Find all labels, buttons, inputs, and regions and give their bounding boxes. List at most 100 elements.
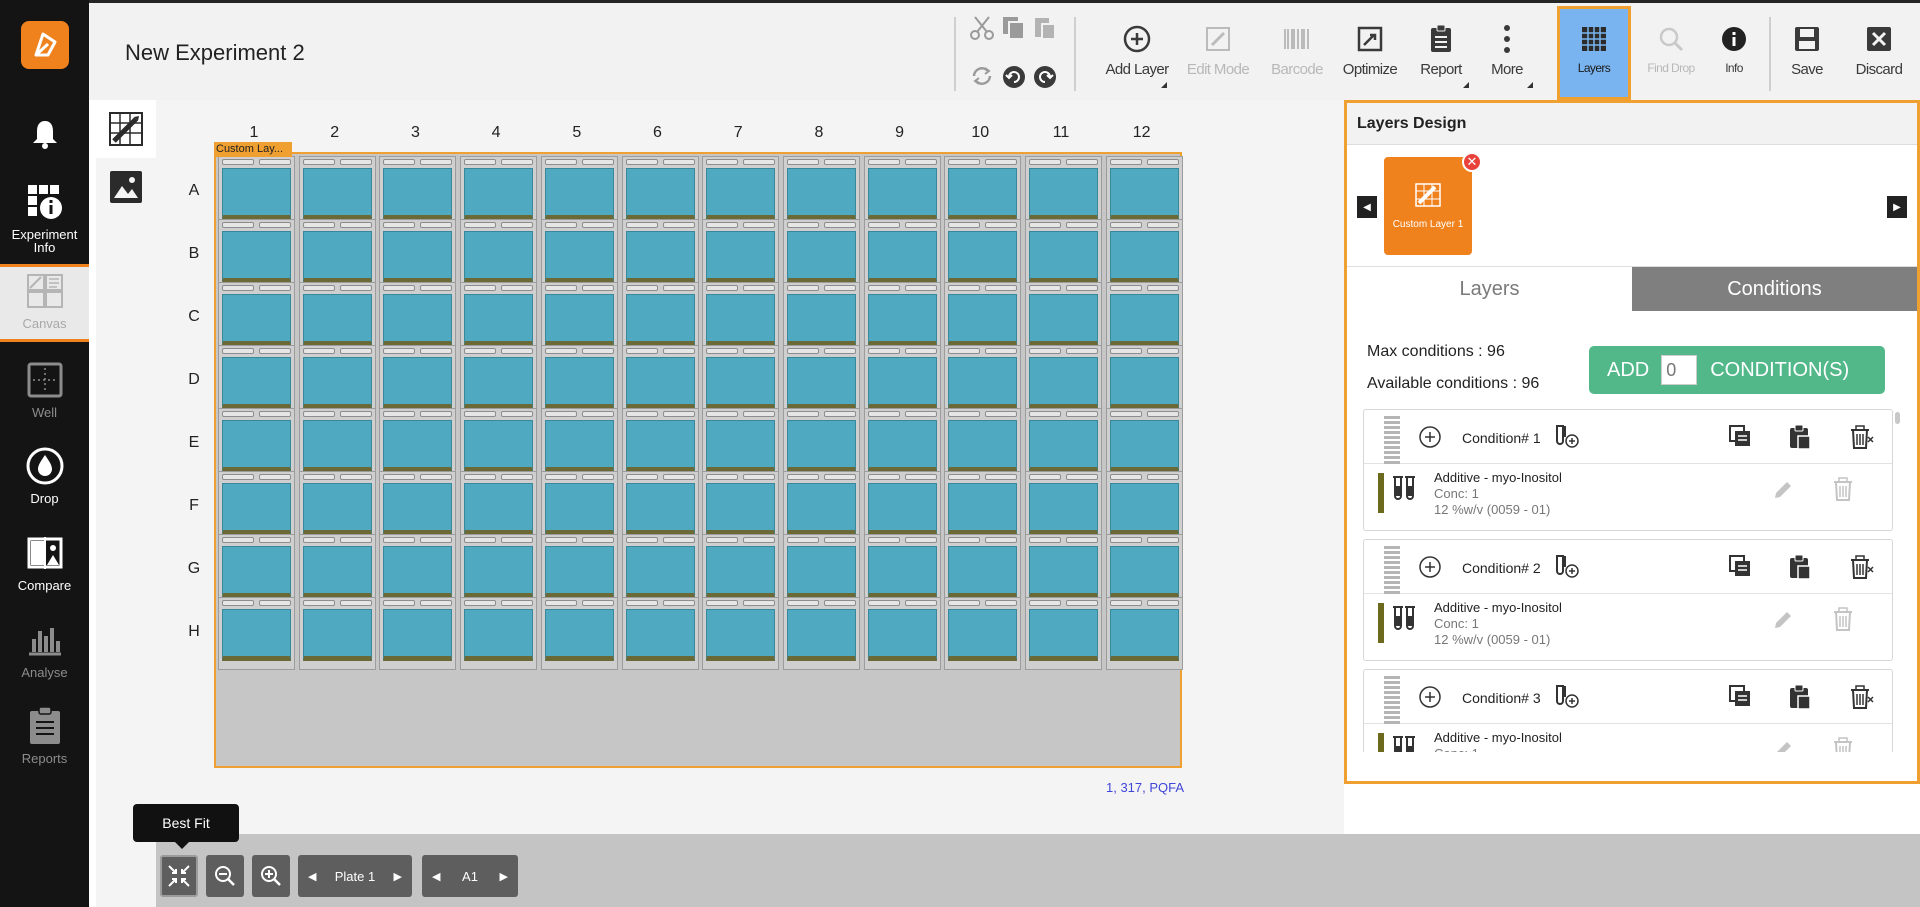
column-label[interactable]: 1	[214, 124, 294, 142]
column-label[interactable]: 3	[375, 124, 455, 142]
carousel-prev-icon[interactable]: ◀	[1357, 196, 1377, 218]
conditions-list[interactable]: Condition# 1 Additive - myo-Inositol Conc:…	[1363, 409, 1908, 752]
undo-icon[interactable]	[1002, 65, 1026, 94]
copy-icon[interactable]	[1001, 15, 1027, 46]
plate-grid[interactable]	[214, 152, 1183, 768]
well[interactable]	[621, 597, 699, 670]
scrollbar-thumb[interactable]	[1895, 412, 1900, 424]
column-label[interactable]: 4	[456, 124, 536, 142]
column-label[interactable]: 6	[618, 124, 698, 142]
copy-icon[interactable]	[1728, 424, 1752, 453]
add-tube-icon[interactable]	[1554, 423, 1580, 454]
save-button[interactable]: Save	[1779, 6, 1835, 100]
condition-component[interactable]: Additive - myo-InositolConc: 112 %w/v (0…	[1364, 595, 1892, 659]
column-label[interactable]: 5	[537, 124, 617, 142]
cut-icon[interactable]	[969, 15, 995, 46]
layers-button[interactable]: Layers	[1557, 6, 1631, 100]
condition-count-input[interactable]	[1661, 355, 1698, 385]
well[interactable]	[1105, 597, 1183, 670]
trash-icon[interactable]	[1832, 477, 1854, 506]
tab-conditions[interactable]: Conditions	[1632, 267, 1917, 311]
sidebar-item-experiment-info[interactable]: Experiment Info	[0, 178, 89, 256]
paste-icon[interactable]	[1033, 15, 1057, 46]
previous-plate-icon[interactable]: ◀	[308, 870, 316, 883]
sidebar-item-drop[interactable]: Drop	[0, 442, 89, 520]
app-logo[interactable]	[21, 21, 69, 69]
condition-card[interactable]: Condition# 2 Additive - myo-Inositol Conc:…	[1363, 539, 1893, 661]
trash-icon[interactable]	[1832, 737, 1854, 752]
paste-icon[interactable]	[1788, 554, 1812, 585]
condition-component[interactable]: Additive - myo-InositolConc: 112 %w/v (0…	[1364, 725, 1892, 752]
more-button[interactable]: More	[1479, 6, 1535, 100]
well[interactable]	[702, 597, 780, 670]
well[interactable]	[460, 597, 538, 670]
redo-icon[interactable]	[1033, 65, 1057, 94]
well[interactable]	[1025, 597, 1102, 670]
delete-condition-icon[interactable]	[1848, 424, 1874, 455]
find-drop-button[interactable]: Find Drop	[1641, 6, 1701, 100]
well[interactable]	[863, 597, 941, 670]
sidebar-item-canvas[interactable]: Canvas	[0, 264, 89, 342]
row-label[interactable]: E	[184, 434, 204, 452]
copy-icon[interactable]	[1728, 684, 1752, 713]
paste-icon[interactable]	[1788, 684, 1812, 715]
delete-condition-icon[interactable]	[1848, 684, 1874, 715]
copy-icon[interactable]	[1728, 554, 1752, 583]
well[interactable]	[218, 597, 295, 670]
row-label[interactable]: A	[184, 182, 204, 200]
column-label[interactable]: 11	[1021, 124, 1101, 142]
report-button[interactable]: Report	[1411, 6, 1471, 100]
well[interactable]	[540, 597, 618, 670]
column-label[interactable]: 7	[698, 124, 778, 142]
zoom-out-button[interactable]	[206, 855, 244, 897]
row-label[interactable]: D	[184, 371, 204, 389]
row-label[interactable]: G	[184, 560, 204, 578]
add-conditions-button[interactable]: ADD CONDITION(S)	[1589, 346, 1885, 394]
add-component-icon[interactable]	[1418, 425, 1442, 454]
sidebar-item-notifications[interactable]	[0, 110, 89, 188]
drag-handle-icon[interactable]	[1384, 416, 1400, 464]
add-tube-icon[interactable]	[1554, 553, 1580, 584]
add-layer-button[interactable]: Add Layer	[1105, 6, 1169, 100]
previous-well-icon[interactable]: ◀	[432, 870, 440, 883]
column-label[interactable]: 8	[779, 124, 859, 142]
paste-icon[interactable]	[1788, 424, 1812, 455]
drag-handle-icon[interactable]	[1384, 546, 1400, 594]
next-well-icon[interactable]: ▶	[500, 870, 508, 883]
well[interactable]	[379, 597, 457, 670]
next-plate-icon[interactable]: ▶	[394, 870, 402, 883]
barcode-button[interactable]: Barcode	[1266, 6, 1328, 100]
sidebar-item-analyse[interactable]: Analyse	[0, 616, 89, 694]
column-label[interactable]: 9	[860, 124, 940, 142]
refresh-icon[interactable]	[969, 63, 995, 94]
condition-card[interactable]: Condition# 1 Additive - myo-Inositol Conc:…	[1363, 409, 1893, 531]
drag-handle-icon[interactable]	[1384, 676, 1400, 724]
info-button[interactable]: Info	[1709, 6, 1759, 100]
sidebar-item-compare[interactable]: Compare	[0, 529, 89, 607]
well[interactable]	[944, 597, 1022, 670]
add-component-icon[interactable]	[1418, 685, 1442, 714]
edit-pencil-icon[interactable]	[1772, 739, 1794, 752]
row-label[interactable]: B	[184, 245, 204, 263]
carousel-next-icon[interactable]: ▶	[1887, 196, 1907, 218]
layer-design-tool[interactable]	[96, 100, 156, 158]
well[interactable]	[298, 597, 376, 670]
row-label[interactable]: H	[184, 623, 204, 641]
column-label[interactable]: 2	[295, 124, 375, 142]
delete-condition-icon[interactable]	[1848, 554, 1874, 585]
column-label[interactable]: 12	[1102, 124, 1182, 142]
zoom-in-button[interactable]	[252, 855, 290, 897]
add-component-icon[interactable]	[1418, 555, 1442, 584]
sidebar-item-well[interactable]: Well	[0, 356, 89, 434]
condition-card[interactable]: Condition# 3 Additive - myo-InositolConc:…	[1363, 669, 1893, 752]
row-label[interactable]: C	[184, 308, 204, 326]
condition-component[interactable]: Additive - myo-InositolConc: 112 %w/v (0…	[1364, 465, 1892, 529]
row-label[interactable]: F	[184, 497, 204, 515]
optimize-button[interactable]: Optimize	[1338, 6, 1402, 100]
layer-card[interactable]: Custom Layer 1	[1384, 157, 1472, 255]
edit-pencil-icon[interactable]	[1772, 479, 1794, 506]
trash-icon[interactable]	[1832, 607, 1854, 636]
tab-layers[interactable]: Layers	[1347, 267, 1632, 311]
well[interactable]	[782, 597, 860, 670]
edit-mode-button[interactable]: Edit Mode	[1182, 6, 1254, 100]
